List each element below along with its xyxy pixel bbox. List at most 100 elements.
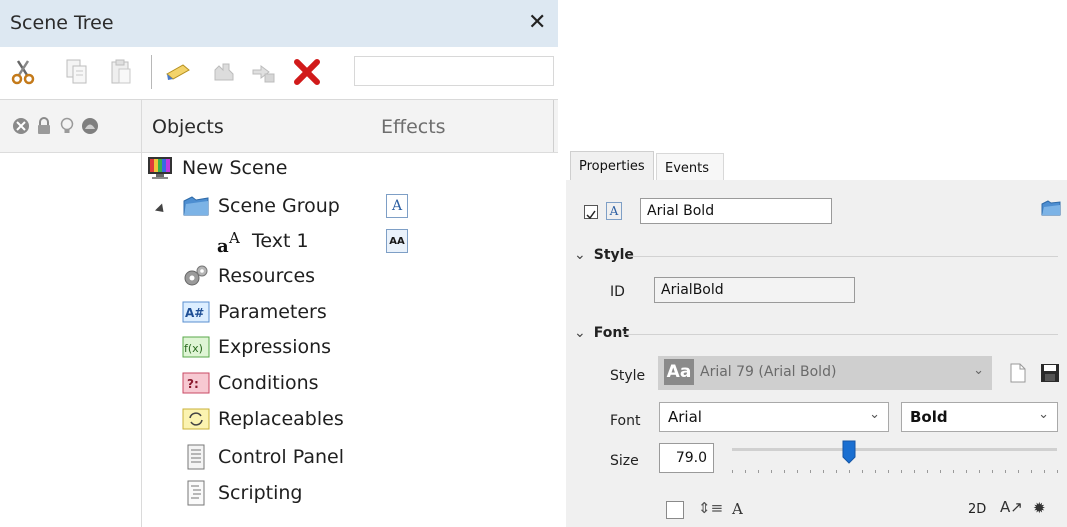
slider-tick	[901, 470, 902, 473]
new-style-icon[interactable]	[1010, 363, 1026, 387]
group-folder-icon	[182, 193, 210, 219]
text-effect-icon: A	[606, 202, 622, 220]
slider-tick	[797, 470, 798, 473]
section-title: Style	[593, 247, 634, 263]
style-label: Style	[610, 368, 646, 384]
move-up-icon[interactable]	[208, 56, 238, 88]
tree-item-parameters[interactable]: A# Parameters	[182, 295, 327, 329]
chevron-down-icon: ⌄	[574, 247, 586, 263]
tree-item-text-1[interactable]: a A Text 1	[216, 224, 309, 258]
visibility-toggle-icon[interactable]	[12, 117, 30, 135]
tree-item-replaceables[interactable]: Replaceables	[182, 402, 344, 436]
slider-tick	[1005, 470, 1006, 473]
option-checkbox[interactable]	[666, 501, 684, 519]
style-value: Arial 79 (Arial Bold)	[700, 364, 837, 380]
effects-column-header[interactable]: Effects	[381, 116, 446, 138]
line-spacing-icon[interactable]: ⇕≡	[698, 499, 723, 517]
tree-item-control-panel[interactable]: Control Panel	[182, 440, 344, 474]
tree-item-label: Scripting	[218, 482, 303, 504]
font-style-dropdown[interactable]: Aa Arial 79 (Arial Bold) ⌄	[658, 356, 992, 390]
light-toggle-icon[interactable]	[58, 117, 76, 135]
tree-item-label: Scene Group	[218, 195, 340, 217]
conditions-icon: ?:	[182, 370, 210, 396]
slider-tick	[758, 470, 759, 473]
tree-item-new-scene[interactable]: New Scene	[146, 151, 287, 185]
scene-tree-panel: Scene Tree ✕ Objects Effects New Scene S…	[0, 0, 558, 527]
font-weight-dropdown[interactable]: Bold ⌄	[901, 402, 1058, 432]
lock-toggle-icon[interactable]	[35, 117, 53, 135]
scene-tree-toolbar	[0, 47, 558, 100]
svg-text:a: a	[217, 236, 229, 254]
tree-item-scene-group[interactable]: Scene Group	[182, 189, 340, 223]
svg-text:f(x): f(x)	[184, 342, 203, 355]
scene-tree-search-input[interactable]	[354, 56, 554, 86]
tree-item-scripting[interactable]: Scripting	[182, 476, 303, 510]
tree-item-expressions[interactable]: f(x) Expressions	[182, 330, 331, 364]
scene-tree-header: Objects Effects	[0, 100, 558, 153]
font-effect-icon[interactable]: AA	[386, 229, 408, 253]
tree-item-resources[interactable]: Resources	[182, 259, 315, 293]
move-down-icon[interactable]	[248, 56, 278, 88]
object-enabled-checkbox[interactable]	[584, 205, 598, 220]
header-separator	[553, 100, 554, 152]
slider-tick	[979, 470, 980, 473]
chevron-down-icon: ⌄	[574, 325, 586, 341]
tab-properties[interactable]: Properties	[570, 151, 654, 180]
slider-tick	[914, 470, 915, 473]
slider-tick	[836, 470, 837, 473]
expand-collapse-icon[interactable]	[154, 203, 168, 216]
section-divider	[628, 256, 1058, 257]
font-size-slider-track[interactable]	[732, 448, 1057, 451]
text-direction-icon[interactable]: A↗	[1000, 498, 1023, 516]
tree-item-label: Parameters	[218, 301, 327, 323]
tree-item-conditions[interactable]: ?: Conditions	[182, 366, 319, 400]
section-divider	[624, 334, 1058, 335]
chevron-down-icon: ⌄	[1038, 407, 1049, 422]
gear-icon[interactable]: ✹	[1033, 499, 1046, 517]
slider-tick	[875, 470, 876, 473]
object-name-input[interactable]	[640, 198, 832, 224]
folder-icon[interactable]	[1041, 199, 1061, 221]
font-section-header[interactable]: ⌄ Font	[574, 325, 629, 341]
font-weight-value: Bold	[910, 408, 948, 426]
slider-tick	[966, 470, 967, 473]
chevron-down-icon: ⌄	[973, 363, 984, 378]
font-family-value: Arial	[668, 408, 702, 426]
shadow-toggle-icon[interactable]	[81, 117, 99, 135]
tree-item-label: Control Panel	[218, 446, 344, 468]
tree-item-label: Expressions	[218, 336, 332, 358]
tab-events[interactable]: Events	[656, 153, 724, 180]
control-panel-icon	[182, 444, 210, 470]
save-style-icon[interactable]	[1040, 363, 1060, 387]
properties-panel: Properties Events A ⌄ Style ID ⌄ Font Styl…	[566, 148, 1067, 527]
paste-icon[interactable]	[106, 56, 136, 88]
slider-tick	[953, 470, 954, 473]
text-effect-icon[interactable]: A	[386, 194, 408, 218]
copy-icon[interactable]	[62, 56, 92, 88]
toolbar-separator	[151, 55, 152, 89]
id-input[interactable]	[654, 277, 855, 303]
slider-tick	[940, 470, 941, 473]
slider-tick	[784, 470, 785, 473]
close-icon[interactable]: ✕	[528, 10, 546, 35]
properties-content: A ⌄ Style ID ⌄ Font Style Aa Arial 79 (Ari…	[566, 180, 1067, 527]
cut-icon[interactable]	[8, 56, 38, 88]
style-preview-swatch: Aa	[664, 359, 694, 385]
font-family-dropdown[interactable]: Arial ⌄	[659, 402, 889, 432]
font-size-slider-thumb[interactable]	[842, 440, 856, 464]
slider-tick	[849, 470, 850, 473]
tree-item-label: New Scene	[182, 157, 288, 179]
tree-item-label: Resources	[218, 265, 316, 287]
svg-text:A#: A#	[185, 306, 204, 320]
2d-toggle[interactable]: 2D	[968, 502, 986, 517]
rename-icon[interactable]	[163, 56, 193, 88]
tree-item-label: Replaceables	[218, 408, 344, 430]
slider-tick	[823, 470, 824, 473]
style-section-header[interactable]: ⌄ Style	[574, 247, 634, 263]
column-separator	[141, 100, 142, 527]
slider-tick	[1044, 470, 1045, 473]
text-style-icon[interactable]: A	[732, 500, 743, 518]
font-size-input[interactable]	[659, 443, 714, 473]
objects-column-header[interactable]: Objects	[152, 116, 224, 138]
delete-icon[interactable]	[292, 56, 322, 88]
